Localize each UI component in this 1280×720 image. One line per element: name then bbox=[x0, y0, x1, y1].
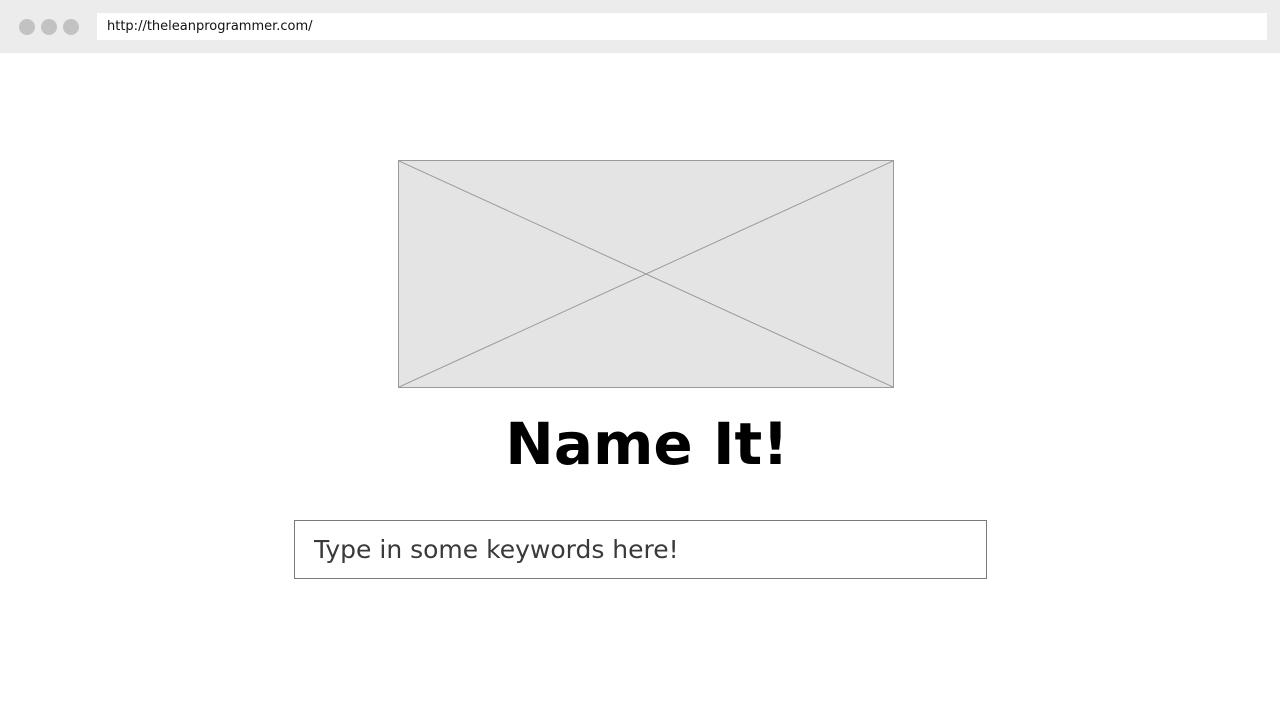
page-title: Name It! bbox=[505, 410, 789, 478]
window-minimize-dot[interactable] bbox=[41, 19, 57, 35]
window-close-dot[interactable] bbox=[19, 19, 35, 35]
window-maximize-dot[interactable] bbox=[63, 19, 79, 35]
image-placeholder-icon bbox=[399, 161, 893, 387]
browser-toolbar: http://theleanprogrammer.com/ bbox=[0, 0, 1280, 53]
keyword-search-input[interactable] bbox=[294, 520, 987, 579]
address-bar[interactable]: http://theleanprogrammer.com/ bbox=[97, 13, 1267, 40]
image-placeholder bbox=[398, 160, 894, 388]
